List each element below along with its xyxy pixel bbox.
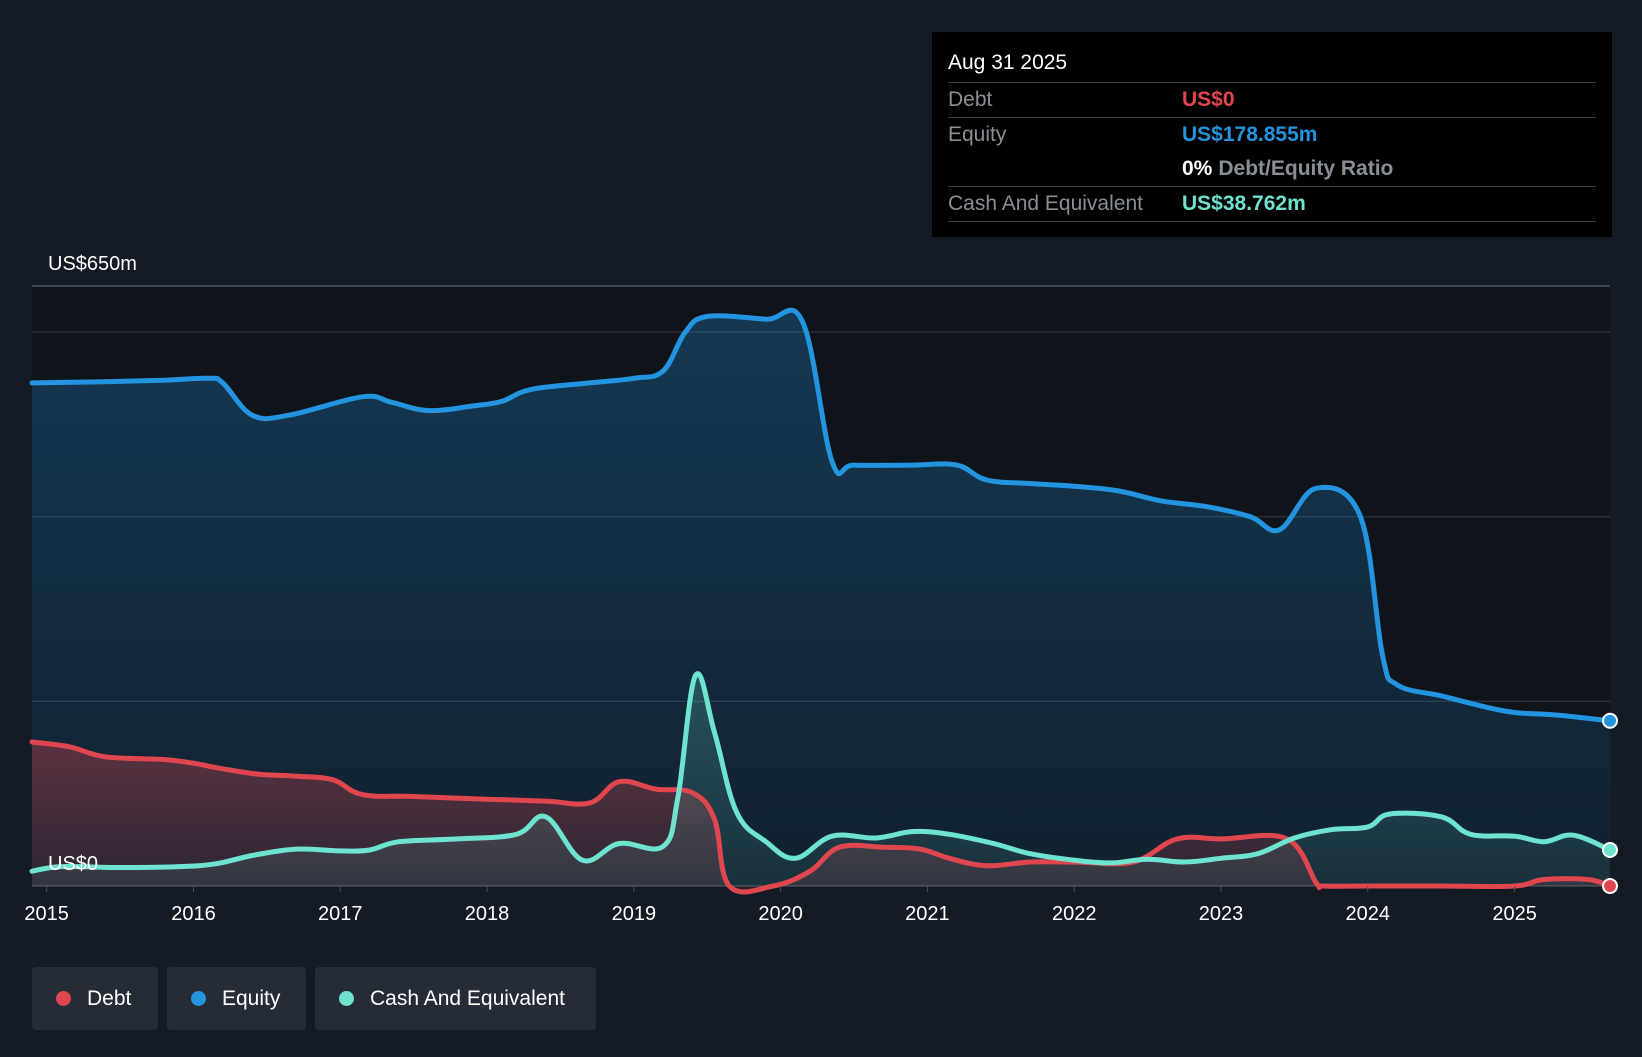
legend: Debt Equity Cash And Equivalent — [32, 967, 596, 1030]
end-marker-debt[interactable] — [1602, 878, 1618, 894]
tooltip-row-cash: Cash And Equivalent US$38.762m — [948, 187, 1596, 222]
legend-item-equity[interactable]: Equity — [167, 967, 306, 1030]
x-tick-label-2022: 2022 — [1052, 903, 1097, 925]
x-tick-label-2025: 2025 — [1492, 903, 1537, 925]
legend-item-cash[interactable]: Cash And Equivalent — [315, 967, 596, 1030]
tooltip-cash-label: Cash And Equivalent — [948, 192, 1143, 215]
tooltip-row-equity: Equity US$178.855m — [948, 118, 1596, 152]
legend-label-debt: Debt — [87, 986, 132, 1010]
x-tick-label-2016: 2016 — [171, 903, 216, 925]
x-tick-label-2017: 2017 — [318, 903, 363, 925]
end-marker-cash-and-equivalent[interactable] — [1602, 842, 1618, 858]
tooltip-row-debt: Debt US$0 — [948, 83, 1596, 118]
legend-dot-equity-icon — [191, 991, 206, 1006]
tooltip-cash-value: US$38.762m — [1182, 192, 1306, 215]
tooltip-debt-label: Debt — [948, 88, 993, 111]
tooltip-ratio-value: 0% — [1182, 157, 1213, 180]
x-tick-label-2020: 2020 — [758, 903, 803, 925]
legend-item-debt[interactable]: Debt — [32, 967, 158, 1030]
x-axis-ticks: 2015 2016 2017 2018 2019 2020 2021 2022 2023 2024… — [24, 886, 1537, 925]
x-tick-label-2015: 2015 — [24, 903, 69, 925]
legend-dot-cash-icon — [339, 991, 354, 1006]
legend-dot-debt-icon — [56, 991, 71, 1006]
tooltip-panel: Aug 31 2025 Debt US$0 Equity US$178.855m… — [932, 32, 1612, 237]
tooltip-equity-label: Equity — [948, 123, 1007, 146]
debt-equity-chart: 2015 2016 2017 2018 2019 2020 2021 2022 2023 2024… — [0, 0, 1642, 1052]
x-tick-label-2018: 2018 — [465, 903, 510, 925]
tooltip-equity-value: US$178.855m — [1182, 123, 1318, 146]
tooltip-ratio-spacer — [948, 152, 1182, 186]
tooltip-date: Aug 31 2025 — [948, 44, 1596, 83]
legend-label-equity: Equity — [222, 986, 281, 1010]
tooltip-ratio-label: Debt/Equity Ratio — [1218, 157, 1394, 180]
y-axis-zero-label: US$0 — [48, 853, 98, 875]
x-tick-label-2023: 2023 — [1199, 903, 1244, 925]
x-tick-label-2019: 2019 — [612, 903, 657, 925]
end-marker-equity[interactable] — [1602, 712, 1618, 729]
tooltip-debt-value: US$0 — [1182, 88, 1235, 111]
x-tick-label-2024: 2024 — [1346, 903, 1391, 925]
y-axis-top-label: US$650m — [48, 253, 137, 275]
legend-label-cash: Cash And Equivalent — [370, 986, 565, 1010]
x-tick-label-2021: 2021 — [905, 903, 950, 925]
tooltip-row-ratio: 0% Debt/Equity Ratio — [948, 152, 1596, 187]
